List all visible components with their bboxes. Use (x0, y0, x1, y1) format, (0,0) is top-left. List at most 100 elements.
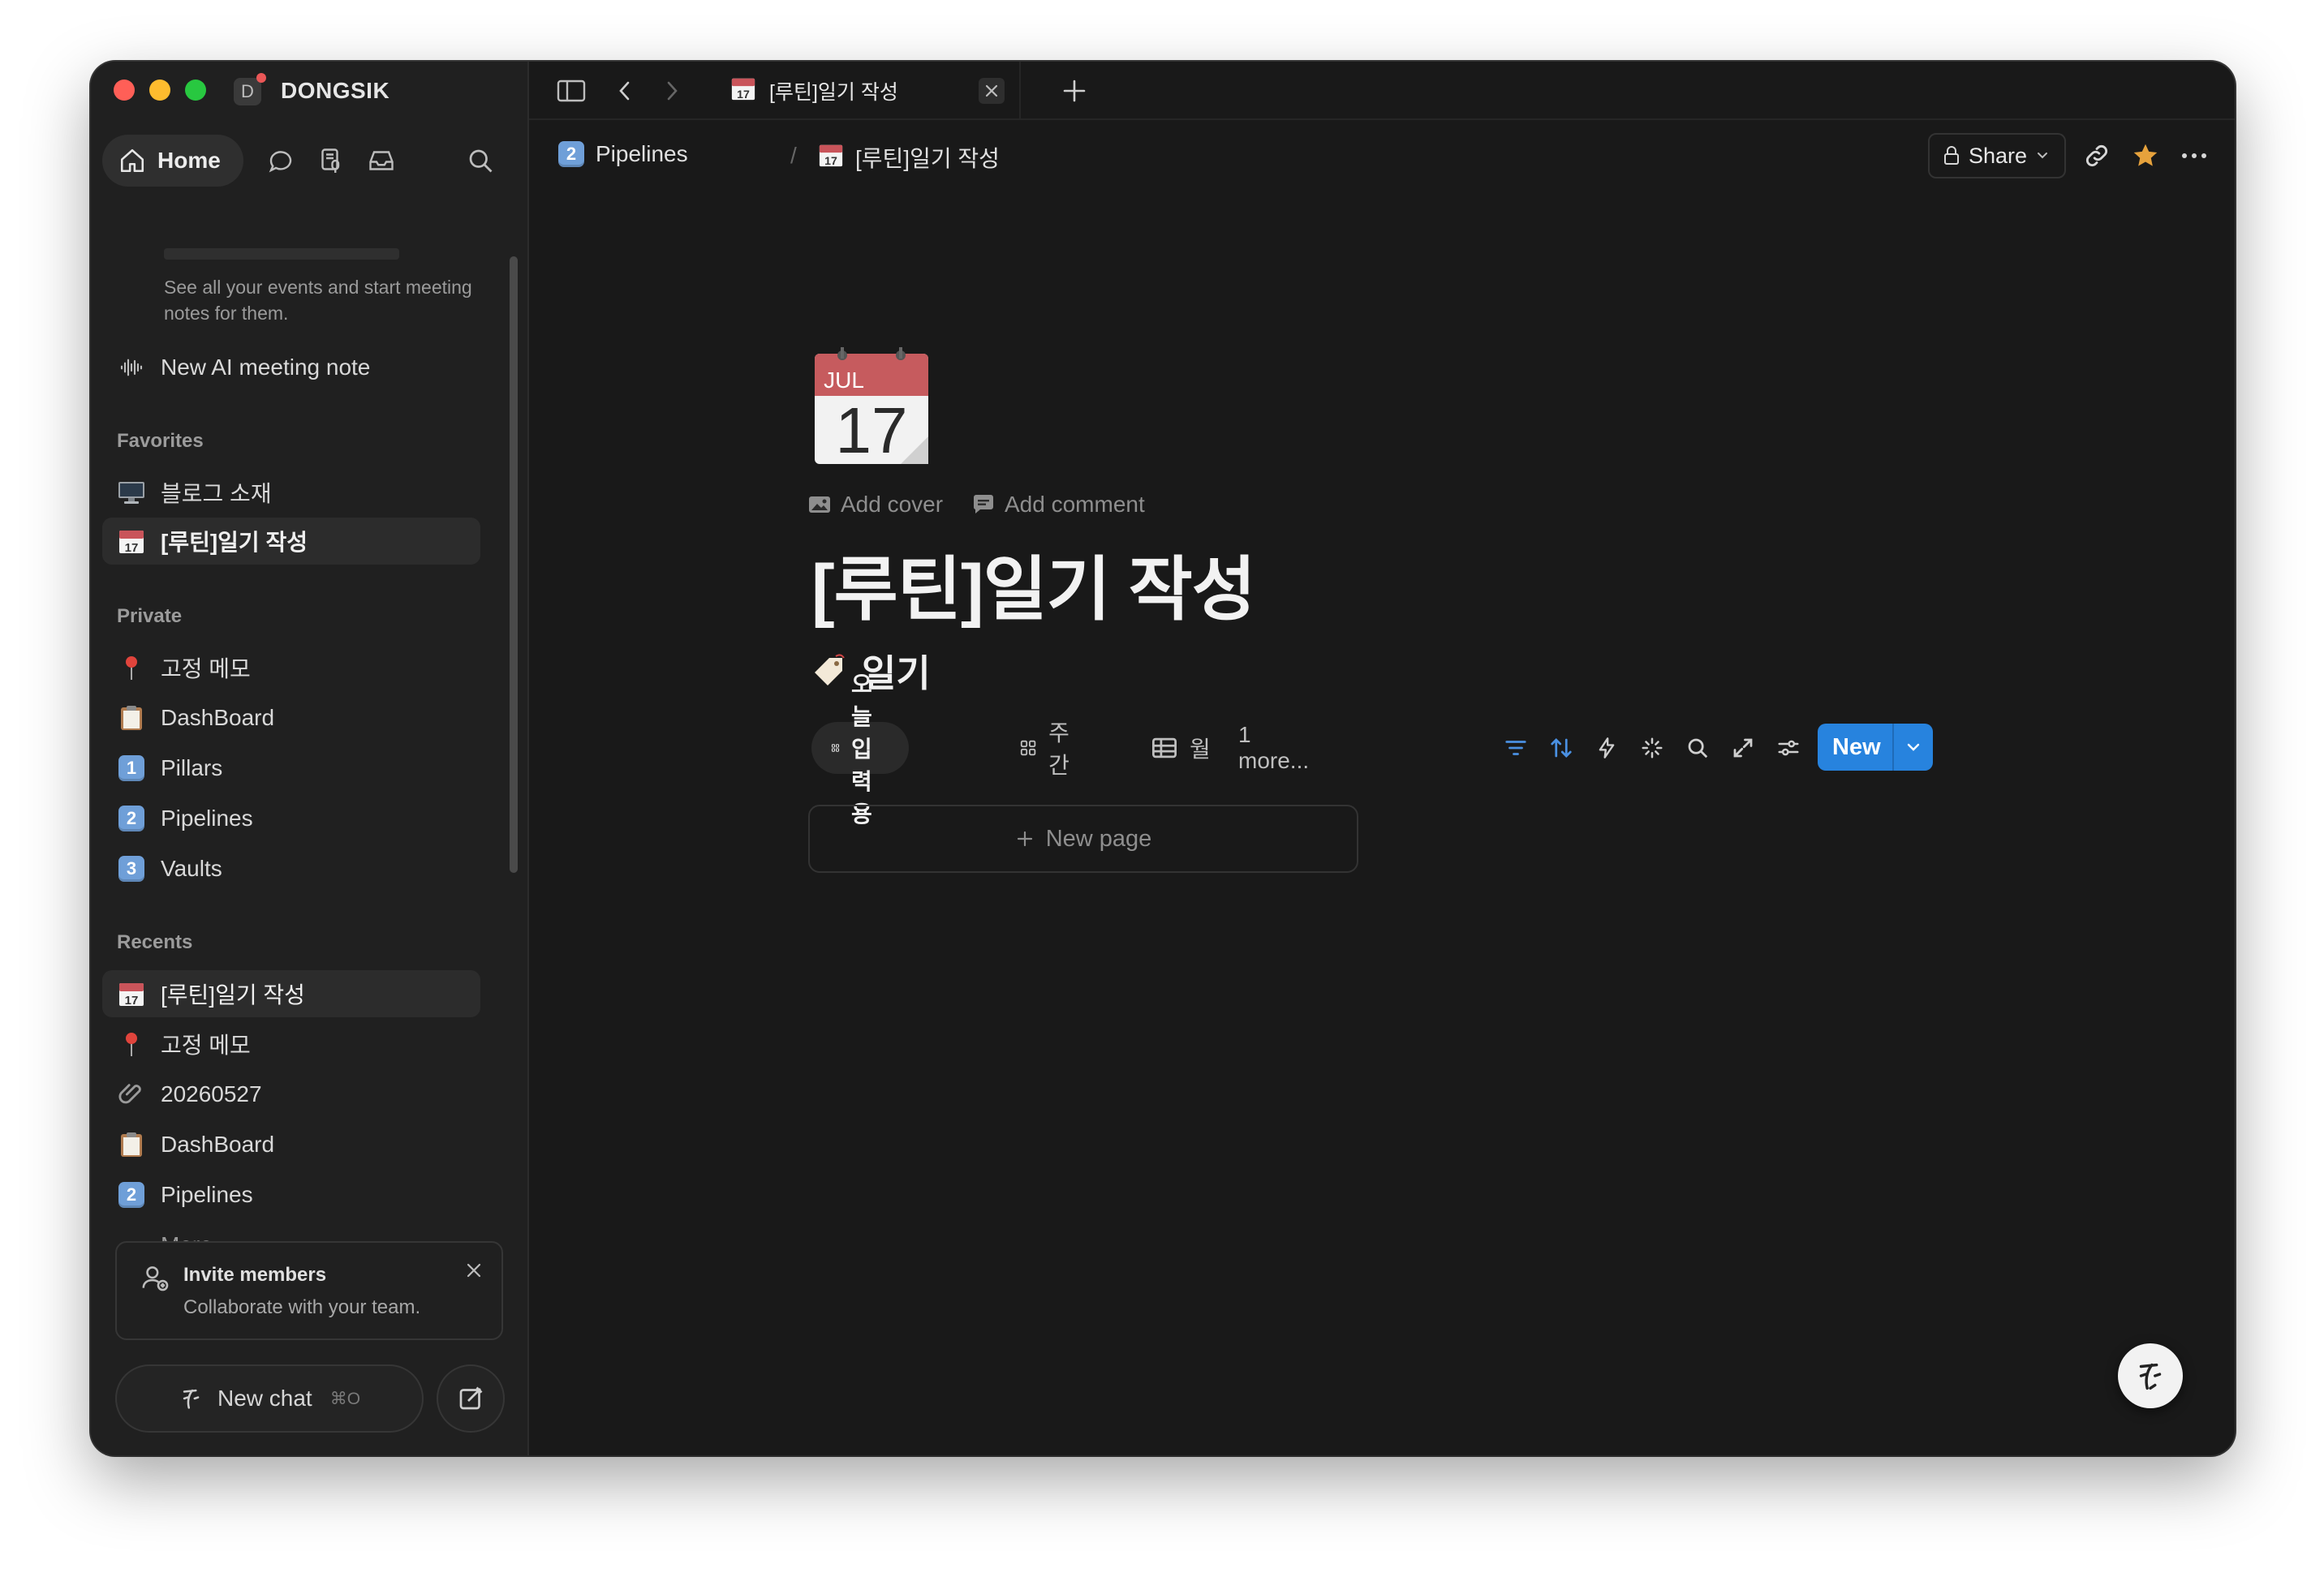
filter-icon[interactable] (1500, 732, 1532, 764)
sidebar-item-label: 고정 메모 (161, 656, 251, 681)
label-tag-icon (815, 654, 845, 685)
desktop-computer-icon (117, 478, 146, 507)
back-icon[interactable] (610, 76, 639, 105)
breadcrumb-label: [루틴]일기 작성 (855, 146, 1000, 171)
recent-item-pipelines[interactable]: 2 Pipelines (102, 1171, 480, 1218)
sparkle-ai-icon[interactable] (1636, 732, 1668, 764)
workspace-avatar[interactable]: D (234, 78, 261, 105)
page-title[interactable]: [루틴]일기 작성 (811, 532, 1256, 634)
new-page-label: New page (1045, 825, 1152, 852)
chevron-down-icon[interactable] (1892, 724, 1933, 771)
calendar-icon: 17 (730, 75, 756, 107)
calendar-icon: 17 (117, 526, 146, 556)
add-cover-button[interactable]: Add cover (808, 492, 943, 518)
sort-icon[interactable] (1545, 732, 1577, 764)
shortcut-hint: ⌘O (329, 1389, 361, 1408)
breadcrumb-current-page[interactable]: 17 [루틴]일기 작성 (818, 141, 1000, 174)
sidebar-item-label: Pipelines (161, 806, 253, 831)
page-calendar-icon[interactable]: JUL 17 (811, 347, 932, 467)
add-comment-button[interactable]: Add comment (972, 492, 1145, 518)
view-more-button[interactable]: 1 more... (1219, 722, 1328, 774)
breadcrumb-separator: / (790, 143, 797, 168)
calendar-icon: 17 (818, 142, 844, 174)
chevron-down-icon (2038, 153, 2048, 159)
search-icon[interactable] (464, 144, 497, 177)
view-tab-today-input[interactable]: 오늘 입력용 (811, 672, 909, 827)
tab-diary-routine[interactable]: 17 [루틴]일기 작성 (709, 62, 1021, 120)
home-button[interactable]: Home (102, 135, 243, 187)
keycap-2-icon: 2 (118, 1182, 144, 1208)
close-tab-icon[interactable] (979, 78, 1005, 104)
new-record-button[interactable]: New (1818, 724, 1933, 771)
calendar-day: 17 (836, 394, 908, 466)
meeting-notes-icon[interactable] (315, 144, 347, 177)
recent-item-dashboard[interactable]: DashBoard (102, 1121, 480, 1168)
sidebar-item-dashboard[interactable]: DashBoard (102, 694, 480, 741)
chat-icon[interactable] (265, 144, 297, 177)
sidebar-toolbar: Home (102, 135, 518, 187)
sidebar-item-pillars[interactable]: 1 Pillars (102, 745, 480, 792)
sidebar: D DONGSIK Home See all your events and s… (91, 62, 529, 1455)
add-cover-label: Add cover (841, 492, 944, 517)
expand-icon[interactable] (1727, 732, 1759, 764)
minimize-window-button[interactable] (149, 79, 170, 101)
recent-item-label: 20260527 (161, 1081, 262, 1106)
settings-sliders-icon[interactable] (1772, 732, 1805, 764)
automation-lightning-icon[interactable] (1590, 732, 1623, 764)
invite-members-card[interactable]: Invite members Collaborate with your tea… (115, 1241, 503, 1340)
favorite-star-icon[interactable] (2129, 140, 2162, 172)
ai-assistant-button[interactable] (2118, 1343, 2183, 1408)
gallery-icon (831, 744, 840, 752)
view-tab-label: 월 (1190, 737, 1211, 762)
close-window-button[interactable] (114, 79, 135, 101)
recent-item-20260527[interactable]: 20260527 (102, 1071, 480, 1118)
inbox-icon[interactable] (365, 144, 398, 177)
zoom-window-button[interactable] (185, 79, 206, 101)
copy-link-icon[interactable] (2081, 140, 2113, 172)
recent-item-pinned-memo[interactable]: 고정 메모 (102, 1021, 480, 1068)
new-page-button[interactable]: New page (808, 805, 1358, 873)
sidebar-item-blog[interactable]: 블로그 소재 (102, 469, 480, 516)
sidebar-toggle-icon[interactable] (557, 76, 586, 105)
sidebar-item-vaults[interactable]: 3 Vaults (102, 845, 480, 892)
recent-item-diary-routine[interactable]: 17 [루틴]일기 작성 (102, 970, 480, 1017)
new-tab-icon[interactable] (1060, 76, 1089, 105)
sidebar-item-label: Vaults (161, 856, 222, 881)
table-icon (1152, 737, 1177, 758)
pushpin-icon (117, 653, 146, 682)
sidebar-item-pipelines[interactable]: 2 Pipelines (102, 795, 480, 842)
share-button[interactable]: Share (1928, 133, 2066, 178)
sidebar-scrollbar[interactable] (510, 256, 518, 873)
pushpin-icon (117, 1029, 146, 1059)
share-label: Share (1969, 143, 2028, 168)
svg-text:17: 17 (824, 154, 837, 167)
clipped-text (164, 248, 399, 260)
compose-button[interactable] (437, 1364, 505, 1433)
private-heading[interactable]: Private (117, 605, 182, 628)
gallery-icon (1020, 740, 1036, 756)
plus-icon (1017, 831, 1032, 847)
view-tab-weekly[interactable]: 주간 (1000, 720, 1097, 778)
recents-heading[interactable]: Recents (117, 931, 192, 954)
breadcrumb-pipelines[interactable]: 2 Pipelines (558, 141, 688, 167)
keycap-2-icon: 2 (558, 141, 584, 167)
search-icon[interactable] (1681, 732, 1714, 764)
view-tab-monthly[interactable]: 월 (1131, 722, 1230, 774)
sidebar-item-diary-routine[interactable]: 17 [루틴]일기 작성 (102, 518, 480, 565)
recent-item-label: [루틴]일기 작성 (161, 982, 305, 1008)
svg-text:17: 17 (737, 88, 750, 101)
sidebar-scroll-area: See all your events and start meeting no… (91, 191, 529, 1278)
new-chat-button[interactable]: New chat ⌘O (115, 1364, 424, 1433)
keycap-1-icon: 1 (118, 755, 144, 781)
more-options-icon[interactable] (2178, 140, 2210, 172)
svg-text:17: 17 (125, 994, 139, 1008)
ai-meeting-label: New AI meeting note (161, 355, 371, 380)
close-icon[interactable] (464, 1261, 484, 1284)
view-tab-label: 주간 (1048, 720, 1069, 778)
forward-icon[interactable] (657, 76, 686, 105)
workspace-name[interactable]: DONGSIK (281, 78, 389, 104)
new-ai-meeting-note[interactable]: New AI meeting note (102, 344, 480, 391)
sidebar-item-pinned-memo[interactable]: 고정 메모 (102, 644, 480, 691)
favorites-heading[interactable]: Favorites (117, 430, 204, 453)
compose-icon (459, 1386, 483, 1410)
